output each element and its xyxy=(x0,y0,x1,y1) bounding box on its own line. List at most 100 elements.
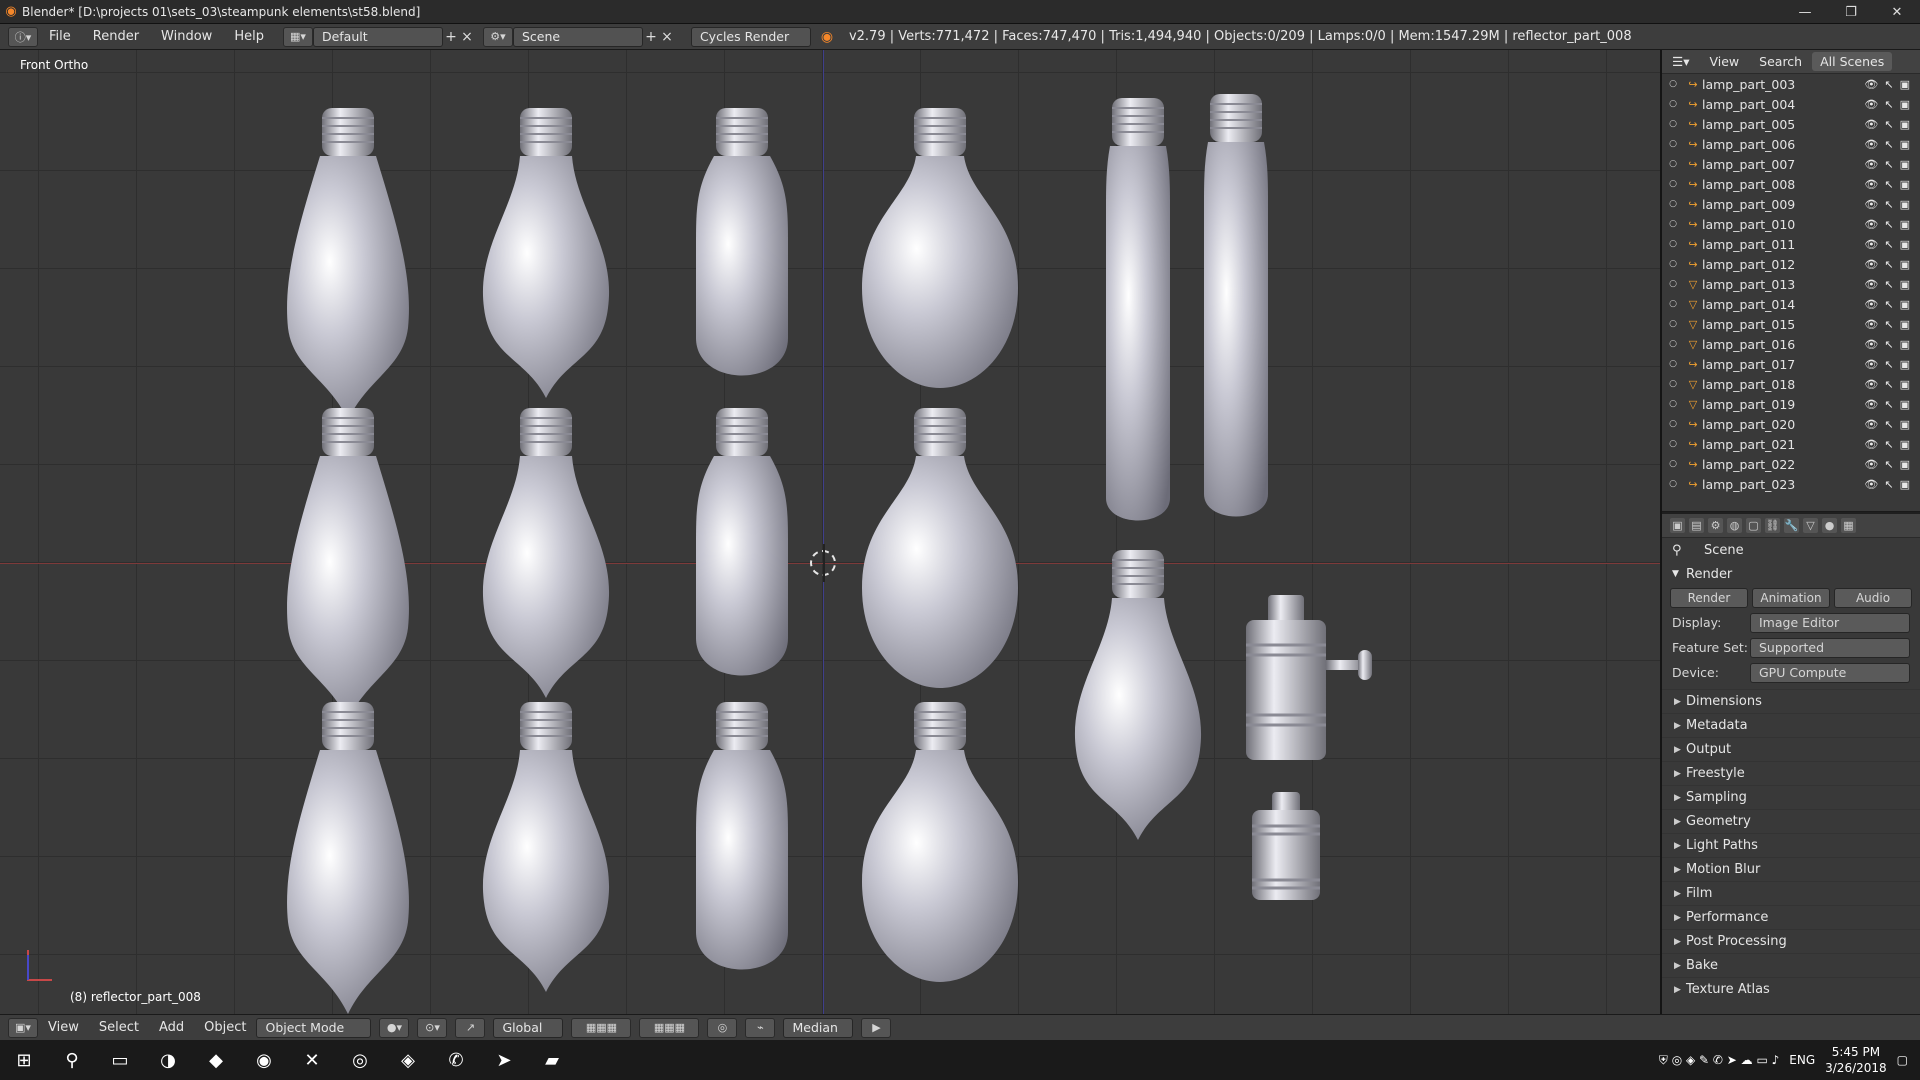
bulb-tubular-2[interactable] xyxy=(696,407,788,676)
layers-grid-icon[interactable]: ▦▦▦ xyxy=(571,1017,632,1038)
expand-icon[interactable]: ○ xyxy=(1662,139,1684,149)
layout-dropdown[interactable]: Default xyxy=(312,26,443,47)
collapsed-panel[interactable]: ▶ Dimensions xyxy=(1662,689,1920,713)
field-dropdown[interactable]: Image Editor xyxy=(1750,612,1910,633)
bulb-globe-3[interactable] xyxy=(862,701,1018,982)
collapsed-panel[interactable]: ▶ Sampling xyxy=(1662,785,1920,809)
menu-view[interactable]: View xyxy=(38,1020,89,1035)
modifiers-tab-icon[interactable]: 🔧 xyxy=(1784,518,1799,533)
visibility-icon[interactable]: 👁 xyxy=(1864,338,1878,351)
maximize-button[interactable]: ❐ xyxy=(1828,0,1874,24)
viber-icon[interactable]: ✆ xyxy=(432,1040,480,1080)
expand-icon[interactable]: ○ xyxy=(1662,299,1684,309)
constraints-tab-icon[interactable]: ⛓ xyxy=(1765,518,1780,533)
render-icon[interactable]: ▣ xyxy=(1900,218,1910,231)
remove-scene-icon[interactable]: × xyxy=(659,29,675,45)
collapsed-panel[interactable]: ▶ Geometry xyxy=(1662,809,1920,833)
render-preview-icon[interactable]: ▶ xyxy=(861,1017,892,1038)
outliner-item[interactable]: ○ ↪ lamp_part_004 👁 ↖ ▣ xyxy=(1662,94,1920,114)
visibility-icon[interactable]: 👁 xyxy=(1864,358,1878,371)
outliner-item[interactable]: ○ ▽ lamp_part_019 👁 ↖ ▣ xyxy=(1662,394,1920,414)
field-dropdown[interactable]: GPU Compute xyxy=(1750,662,1910,683)
outliner-item[interactable]: ○ ↪ lamp_part_005 👁 ↖ ▣ xyxy=(1662,114,1920,134)
render-icon[interactable]: ▣ xyxy=(1900,478,1910,491)
outliner-item[interactable]: ○ ▽ lamp_part_014 👁 ↖ ▣ xyxy=(1662,294,1920,314)
snap-icon[interactable]: ⌁ xyxy=(745,1017,776,1038)
collapsed-panel[interactable]: ▶ Post Processing xyxy=(1662,929,1920,953)
selectable-icon[interactable]: ↖ xyxy=(1884,318,1893,331)
menu-help[interactable]: Help xyxy=(223,29,275,44)
bulb-classic-2[interactable] xyxy=(482,407,610,698)
outliner-item[interactable]: ○ ↪ lamp_part_023 👁 ↖ ▣ xyxy=(1662,474,1920,494)
outliner-item[interactable]: ○ ▽ lamp_part_018 👁 ↖ ▣ xyxy=(1662,374,1920,394)
visibility-icon[interactable]: 👁 xyxy=(1864,198,1878,211)
selectable-icon[interactable]: ↖ xyxy=(1884,458,1893,471)
world-tab-icon[interactable]: ◍ xyxy=(1727,518,1742,533)
visibility-icon[interactable]: 👁 xyxy=(1864,318,1878,331)
outliner-item[interactable]: ○ ↪ lamp_part_010 👁 ↖ ▣ xyxy=(1662,214,1920,234)
bulb-tubular-1[interactable] xyxy=(696,107,788,376)
visibility-icon[interactable]: 👁 xyxy=(1864,378,1878,391)
selectable-icon[interactable]: ↖ xyxy=(1884,418,1893,431)
selectable-icon[interactable]: ↖ xyxy=(1884,98,1893,111)
expand-icon[interactable]: ○ xyxy=(1662,119,1684,129)
render-icon[interactable]: ▣ xyxy=(1900,178,1910,191)
bulb-classic-large[interactable] xyxy=(1074,549,1202,840)
outliner-item[interactable]: ○ ↪ lamp_part_009 👁 ↖ ▣ xyxy=(1662,194,1920,214)
outliner-item[interactable]: ○ ▽ lamp_part_016 👁 ↖ ▣ xyxy=(1662,334,1920,354)
expand-icon[interactable]: ○ xyxy=(1662,179,1684,189)
bulb-classic-1[interactable] xyxy=(482,107,610,398)
texture-tab-icon[interactable]: ▦ xyxy=(1841,518,1856,533)
app-red-icon[interactable]: ◆ xyxy=(192,1040,240,1080)
render-section-header[interactable]: ▼ Render xyxy=(1662,562,1920,586)
visibility-icon[interactable]: 👁 xyxy=(1864,98,1878,111)
start-icon[interactable]: ⊞ xyxy=(0,1040,48,1080)
render-icon[interactable]: ▣ xyxy=(1900,338,1910,351)
selectable-icon[interactable]: ↖ xyxy=(1884,138,1893,151)
outliner-item[interactable]: ○ ↪ lamp_part_008 👁 ↖ ▣ xyxy=(1662,174,1920,194)
bulb-classic-3[interactable] xyxy=(482,701,610,992)
outliner-item[interactable]: ○ ▽ lamp_part_013 👁 ↖ ▣ xyxy=(1662,274,1920,294)
outliner-editor-icon[interactable]: ☰▾ xyxy=(1662,54,1699,69)
layers-tab-icon[interactable]: ▤ xyxy=(1689,518,1704,533)
bulb-globe-1[interactable] xyxy=(862,107,1018,388)
selectable-icon[interactable]: ↖ xyxy=(1884,258,1893,271)
expand-icon[interactable]: ○ xyxy=(1662,199,1684,209)
field-dropdown[interactable]: Supported xyxy=(1750,637,1910,658)
expand-icon[interactable]: ○ xyxy=(1662,479,1684,489)
bulb-globe-2[interactable] xyxy=(862,407,1018,688)
selectable-icon[interactable]: ↖ xyxy=(1884,398,1893,411)
selectable-icon[interactable]: ↖ xyxy=(1884,158,1893,171)
selectable-icon[interactable]: ↖ xyxy=(1884,478,1893,491)
expand-icon[interactable]: ○ xyxy=(1662,319,1684,329)
visibility-icon[interactable]: 👁 xyxy=(1864,118,1878,131)
render-icon[interactable]: ▣ xyxy=(1900,458,1910,471)
selectable-icon[interactable]: ↖ xyxy=(1884,78,1893,91)
selectable-icon[interactable]: ↖ xyxy=(1884,178,1893,191)
data-tab-icon[interactable]: ▽ xyxy=(1803,518,1818,533)
pivot-icon[interactable]: ⊙▾ xyxy=(417,1017,448,1038)
visibility-icon[interactable]: 👁 xyxy=(1864,458,1878,471)
expand-icon[interactable]: ○ xyxy=(1662,399,1684,409)
selectable-icon[interactable]: ↖ xyxy=(1884,438,1893,451)
folder-icon[interactable]: ▰ xyxy=(528,1040,576,1080)
render-icon[interactable]: ▣ xyxy=(1900,318,1910,331)
outliner-item[interactable]: ○ ↪ lamp_part_006 👁 ↖ ▣ xyxy=(1662,134,1920,154)
layers-grid-2-icon[interactable]: ▦▦▦ xyxy=(639,1017,700,1038)
notifications-icon[interactable]: ▢ xyxy=(1897,1053,1908,1067)
add-layout-icon[interactable]: + xyxy=(443,29,459,45)
tray-icons[interactable]: ⛨ ◎ ◈ ✎ ✆ ➤ ☁ ▭ ♪ xyxy=(1659,1053,1779,1068)
expand-icon[interactable]: ○ xyxy=(1662,79,1684,89)
visibility-icon[interactable]: 👁 xyxy=(1864,78,1878,91)
visibility-icon[interactable]: 👁 xyxy=(1864,218,1878,231)
remove-layout-icon[interactable]: × xyxy=(459,29,475,45)
add-scene-icon[interactable]: + xyxy=(643,29,659,45)
collapsed-panel[interactable]: ▶ Freestyle xyxy=(1662,761,1920,785)
scene-tab-icon[interactable]: ⚙ xyxy=(1708,518,1723,533)
expand-icon[interactable]: ○ xyxy=(1662,259,1684,269)
expand-icon[interactable]: ○ xyxy=(1662,99,1684,109)
visibility-icon[interactable]: 👁 xyxy=(1864,238,1878,251)
audio-button[interactable]: Audio xyxy=(1834,588,1912,608)
bulb-long-tube-2[interactable] xyxy=(1204,93,1268,517)
render-icon[interactable]: ▣ xyxy=(1900,418,1910,431)
